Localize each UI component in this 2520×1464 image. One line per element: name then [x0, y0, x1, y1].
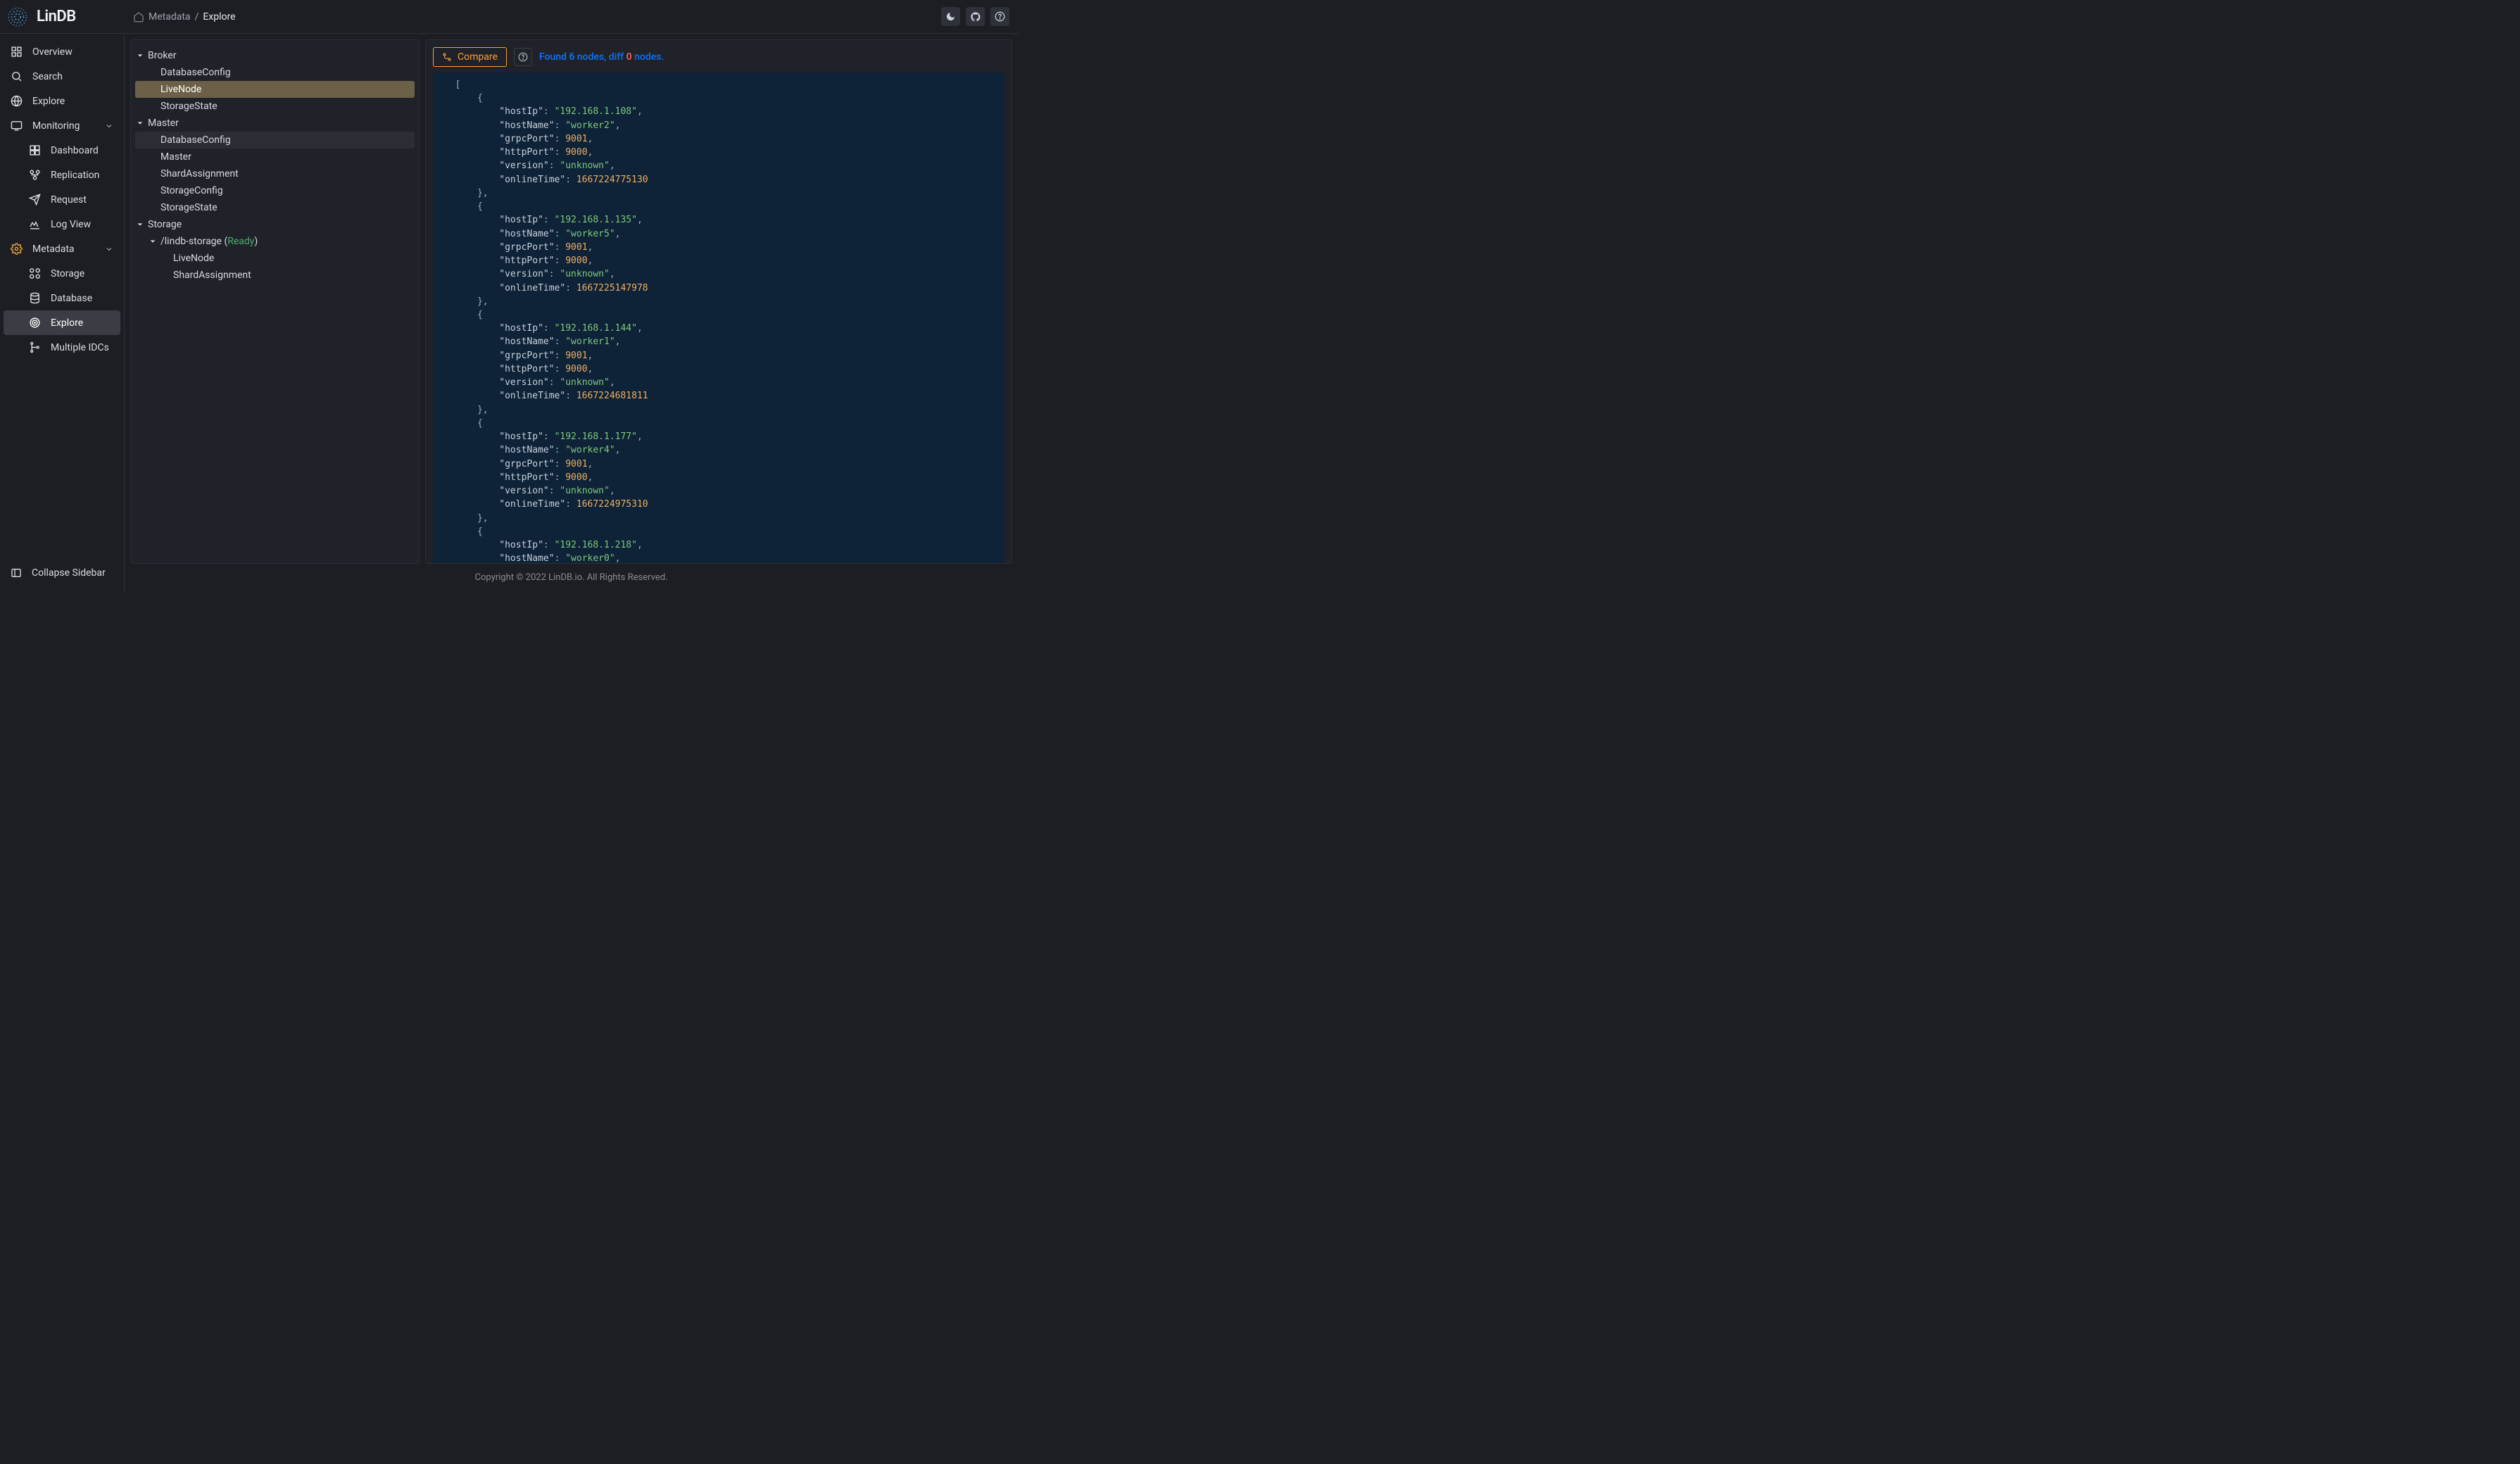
tree-item[interactable]: ·ShardAssignment [135, 165, 415, 182]
sidebar-item-overview[interactable]: Overview [4, 39, 120, 64]
caret-down-icon [135, 120, 145, 127]
request-icon [29, 194, 41, 206]
caret-down-icon [135, 221, 145, 228]
json-toolbar: Compare Found 6 nodes, diff 0 nodes. [433, 47, 1004, 67]
logo-area[interactable]: LinDB [0, 5, 125, 29]
chevron-down-icon [105, 245, 113, 253]
sidebar-item-search[interactable]: Search [4, 64, 120, 89]
json-view[interactable]: [ { "hostIp": "192.168.1.108", "hostName… [433, 72, 1004, 563]
help-icon [995, 11, 1005, 22]
toolbar-help-button[interactable] [514, 48, 532, 66]
breadcrumb-root[interactable]: Metadata [149, 11, 191, 23]
compare-icon [442, 52, 452, 62]
branch-icon [29, 341, 41, 353]
replication-icon [29, 169, 41, 181]
topbar: LinDB Metadata / Explore [0, 0, 1018, 34]
sidebar-item-metadata[interactable]: Metadata [4, 236, 120, 261]
tree-item[interactable]: ·Master [135, 149, 415, 165]
tree-item[interactable]: Storage [135, 216, 415, 233]
home-icon[interactable] [133, 11, 144, 23]
sidebar-item-replication[interactable]: Replication [4, 163, 120, 187]
search-icon [11, 70, 23, 82]
logo-icon [6, 5, 30, 29]
compare-button[interactable]: Compare [433, 47, 507, 67]
dashboard-icon [29, 144, 41, 156]
tree-panel: Broker·DatabaseConfig·LiveNode·StorageSt… [130, 39, 420, 564]
explore-icon [11, 95, 23, 107]
tree-item[interactable]: ·LiveNode [135, 81, 415, 98]
compare-label: Compare [458, 51, 498, 63]
collapse-icon [11, 567, 22, 579]
target-icon [29, 317, 41, 329]
tree-item[interactable]: Master [135, 115, 415, 132]
moon-icon [945, 11, 956, 22]
collapse-sidebar-button[interactable]: Collapse Sidebar [4, 560, 120, 586]
help-button[interactable] [990, 7, 1009, 26]
tree-item[interactable]: ·StorageState [135, 199, 415, 216]
tree-item[interactable]: ·StorageState [135, 98, 415, 115]
storage-icon [29, 267, 41, 279]
github-button[interactable] [966, 7, 985, 26]
logview-icon [29, 218, 41, 230]
overview-icon [11, 46, 23, 58]
sidebar-item-explore[interactable]: Explore [4, 89, 120, 113]
sidebar: OverviewSearchExploreMonitoringDashboard… [0, 34, 125, 591]
sidebar-item-dashboard[interactable]: Dashboard [4, 138, 120, 163]
sidebar-item-storage[interactable]: Storage [4, 261, 120, 286]
topbar-actions [941, 7, 1009, 26]
brand-text: LinDB [37, 8, 76, 25]
caret-down-icon [148, 238, 158, 245]
tree-item[interactable]: Broker [135, 47, 415, 64]
footer: Copyright © 2022 LinDB.io. All Rights Re… [125, 564, 1018, 591]
json-panel: Compare Found 6 nodes, diff 0 nodes. [ { [425, 39, 1012, 564]
github-icon [970, 11, 981, 23]
tree-item[interactable]: ·LiveNode [135, 250, 415, 267]
panels: Broker·DatabaseConfig·LiveNode·StorageSt… [125, 34, 1018, 564]
content: Broker·DatabaseConfig·LiveNode·StorageSt… [125, 34, 1018, 591]
sidebar-item-request[interactable]: Request [4, 187, 120, 212]
chevron-down-icon [105, 122, 113, 130]
sidebar-item-multiple-idcs[interactable]: Multiple IDCs [4, 335, 120, 360]
tree-item[interactable]: /lindb-storage (Ready) [135, 233, 415, 250]
sidebar-item-log-view[interactable]: Log View [4, 212, 120, 236]
tree-item[interactable]: ·DatabaseConfig [135, 64, 415, 81]
caret-down-icon [135, 52, 145, 59]
breadcrumb: Metadata / Explore [133, 11, 236, 23]
sidebar-item-explore[interactable]: Explore [4, 310, 120, 335]
tree-item[interactable]: ·StorageConfig [135, 182, 415, 199]
sidebar-item-database[interactable]: Database [4, 286, 120, 310]
sidebar-item-monitoring[interactable]: Monitoring [4, 113, 120, 138]
monitoring-icon [11, 120, 23, 132]
breadcrumb-current: Explore [203, 11, 235, 23]
breadcrumb-sep: / [195, 11, 199, 23]
main: OverviewSearchExploreMonitoringDashboard… [0, 34, 1018, 591]
tree-item[interactable]: ·ShardAssignment [135, 267, 415, 284]
question-icon [518, 52, 528, 62]
status-text: Found 6 nodes, diff 0 nodes. [539, 51, 664, 63]
tree-item[interactable]: ·DatabaseConfig [135, 132, 415, 149]
database-icon [29, 292, 41, 304]
theme-toggle-button[interactable] [941, 7, 960, 26]
